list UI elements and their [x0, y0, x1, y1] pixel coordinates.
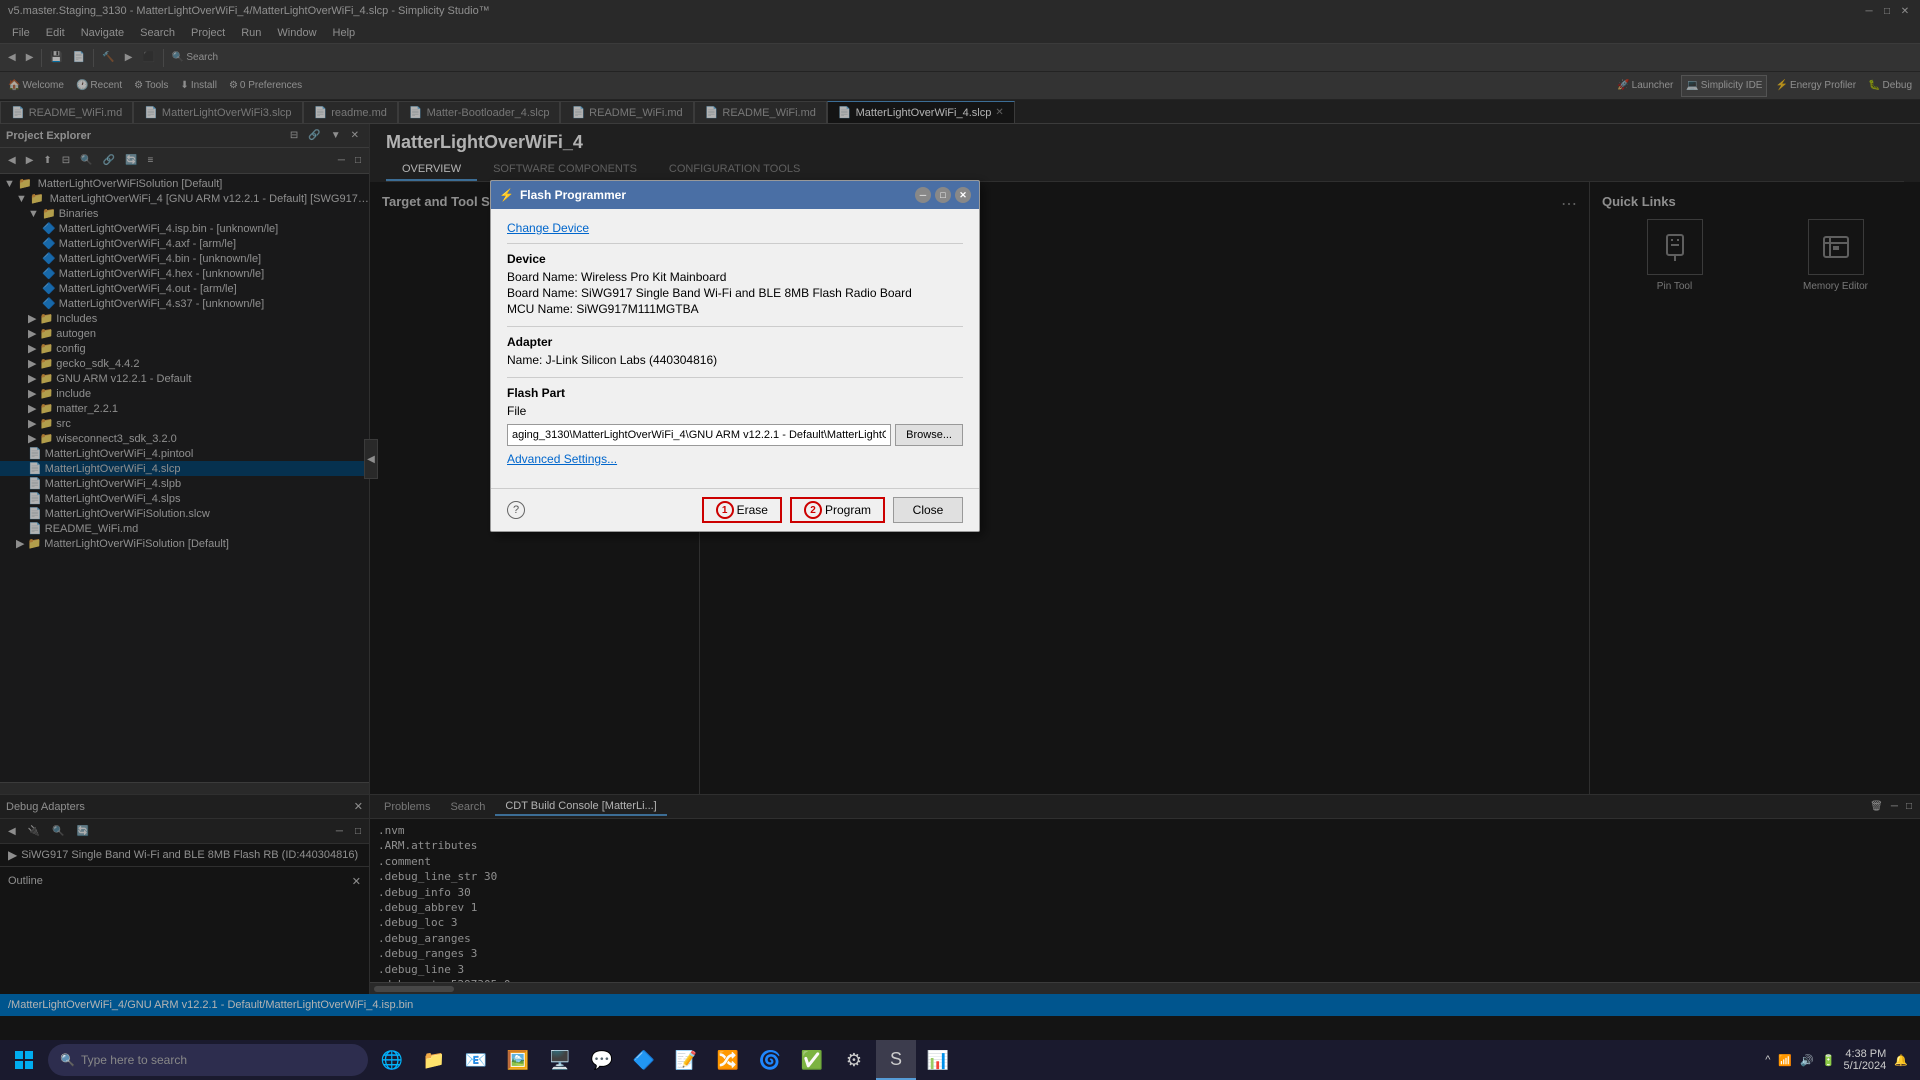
modal-divider-1: [507, 243, 963, 244]
taskbar-search-placeholder: Type here to search: [81, 1053, 187, 1067]
tray-chevron-icon[interactable]: ^: [1765, 1054, 1770, 1066]
erase-circle-badge: 1: [716, 501, 734, 519]
taskbar-app-chrome[interactable]: 🌐: [372, 1040, 412, 1080]
taskbar-app-cmd[interactable]: 🖥️: [540, 1040, 580, 1080]
modal-divider-3: [507, 377, 963, 378]
file-path-input[interactable]: [507, 424, 891, 446]
modal-minimize-button[interactable]: ─: [915, 187, 931, 203]
flash-programmer-dialog: ⚡ Flash Programmer ─ □ ✕ Change Device D…: [490, 180, 980, 532]
file-row: Browse...: [507, 424, 963, 446]
modal-overlay: ⚡ Flash Programmer ─ □ ✕ Change Device D…: [0, 0, 1920, 1080]
tray-notification-icon[interactable]: 🔔: [1894, 1054, 1908, 1067]
flash-part-section: Flash Part File Browse... Advanced Setti…: [507, 386, 963, 466]
program-circle-badge: 2: [804, 501, 822, 519]
browse-button[interactable]: Browse...: [895, 424, 963, 446]
help-icon[interactable]: ?: [507, 501, 525, 519]
device-section-title: Device: [507, 252, 963, 266]
taskbar-app-explorer[interactable]: 📁: [414, 1040, 454, 1080]
taskbar-app-excel[interactable]: 📊: [918, 1040, 958, 1080]
modal-title-left: ⚡ Flash Programmer: [499, 188, 626, 202]
device-section: Device Board Name: Wireless Pro Kit Main…: [507, 252, 963, 316]
modal-maximize-button[interactable]: □: [935, 187, 951, 203]
taskbar-apps: 🌐 📁 📧 🖼️ 🖥️ 💬 🔷 📝 🔀 🌀 ✅ ⚙ S 📊: [372, 1040, 1757, 1080]
taskbar-search-box[interactable]: 🔍 Type here to search: [48, 1044, 368, 1076]
flash-programmer-icon: ⚡: [499, 188, 514, 202]
erase-button[interactable]: 1 Erase: [702, 497, 782, 523]
taskbar-app-edge[interactable]: 🌀: [750, 1040, 790, 1080]
flash-programmer-footer: ? 1 Erase 2 Program Close: [491, 488, 979, 531]
taskbar-time: 4:38 PM: [1843, 1048, 1886, 1060]
tray-battery-icon[interactable]: 🔋: [1822, 1054, 1836, 1067]
adapter-name: Name: J-Link Silicon Labs (440304816): [507, 353, 963, 367]
taskbar-app-photos[interactable]: 🖼️: [498, 1040, 538, 1080]
change-device-link[interactable]: Change Device: [507, 221, 589, 235]
modal-action-buttons: 1 Erase 2 Program Close: [702, 497, 963, 523]
taskbar-app-settings[interactable]: ⚙: [834, 1040, 874, 1080]
flash-programmer-body: Change Device Device Board Name: Wireles…: [491, 209, 979, 488]
modal-window-controls: ─ □ ✕: [915, 187, 971, 203]
taskbar-app-vs[interactable]: 🔷: [624, 1040, 664, 1080]
taskbar-clock[interactable]: 4:38 PM 5/1/2024: [1843, 1048, 1886, 1072]
board-name-1: Board Name: Wireless Pro Kit Mainboard: [507, 270, 963, 284]
taskbar: 🔍 Type here to search 🌐 📁 📧 🖼️ 🖥️ 💬 🔷 📝 …: [0, 1040, 1920, 1080]
flash-part-title: Flash Part: [507, 386, 963, 400]
taskbar-app-simplicity[interactable]: S: [876, 1040, 916, 1080]
taskbar-date: 5/1/2024: [1843, 1060, 1886, 1072]
taskbar-tray: ^ 📶 🔊 🔋 4:38 PM 5/1/2024 🔔: [1757, 1048, 1916, 1072]
taskbar-search-icon: 🔍: [60, 1053, 75, 1067]
adapter-section-title: Adapter: [507, 335, 963, 349]
taskbar-app-outlook[interactable]: 📧: [456, 1040, 496, 1080]
modal-close-button[interactable]: ✕: [955, 187, 971, 203]
flash-programmer-titlebar: ⚡ Flash Programmer ─ □ ✕: [491, 181, 979, 209]
adapter-section: Adapter Name: J-Link Silicon Labs (44030…: [507, 335, 963, 367]
advanced-settings-link[interactable]: Advanced Settings...: [507, 452, 617, 466]
flash-programmer-title: Flash Programmer: [520, 188, 626, 202]
board-name-2: Board Name: SiWG917 Single Band Wi-Fi an…: [507, 286, 963, 300]
modal-divider-2: [507, 326, 963, 327]
tray-network-icon[interactable]: 📶: [1778, 1054, 1792, 1067]
program-button[interactable]: 2 Program: [790, 497, 885, 523]
taskbar-app-todo[interactable]: ✅: [792, 1040, 832, 1080]
taskbar-app-teams[interactable]: 💬: [582, 1040, 622, 1080]
taskbar-app-vscode[interactable]: 📝: [666, 1040, 706, 1080]
tray-sound-icon[interactable]: 🔊: [1800, 1054, 1814, 1067]
file-label: File: [507, 404, 963, 418]
start-button[interactable]: [4, 1040, 44, 1080]
taskbar-app-git[interactable]: 🔀: [708, 1040, 748, 1080]
close-dialog-button[interactable]: Close: [893, 497, 963, 523]
mcu-name: MCU Name: SiWG917M111MGTBA: [507, 302, 963, 316]
